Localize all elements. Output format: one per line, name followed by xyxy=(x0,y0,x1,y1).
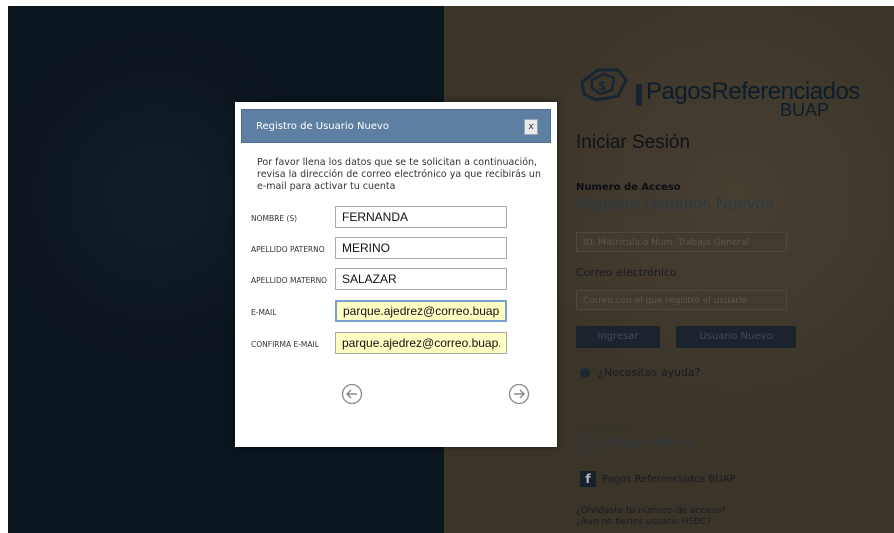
first-name-input[interactable] xyxy=(335,206,507,228)
logo-bar xyxy=(636,84,642,106)
modal-instructions: Por favor llena los datos que se te soli… xyxy=(257,157,541,192)
confirm-email-label: Confirma E-mail xyxy=(251,340,319,349)
maternal-surname-label: Apellido Materno xyxy=(251,276,328,285)
maternal-surname-input[interactable] xyxy=(335,268,507,290)
register-title: Registro Usuarios Nuevos xyxy=(576,194,774,213)
page: $ PagosReferenciados BUAP Iniciar Sesión… xyxy=(8,6,894,533)
next-arrow-icon[interactable] xyxy=(508,383,530,405)
modal-title: Registro de Usuario Nuevo xyxy=(256,121,389,132)
access-number-input[interactable]: ID, Matrícula ó Num. Trabajo General xyxy=(576,232,787,252)
follow-label: Síguenos! xyxy=(580,422,630,433)
twitter-link[interactable]: t @PagosRefBUAP xyxy=(580,434,695,452)
facebook-link[interactable]: f Pagos Referenciados BUAP xyxy=(580,471,736,487)
first-name-label: Nombre (s) xyxy=(251,214,298,223)
register-modal: Registro de Usuario Nuevo x Por favor ll… xyxy=(235,102,557,447)
email-field-label: E-mail xyxy=(251,308,277,317)
login-button[interactable]: Ingresar xyxy=(576,326,660,348)
svg-text:$: $ xyxy=(598,79,606,93)
email-label: Correo electrónico xyxy=(576,266,677,279)
logo-subtitle: BUAP xyxy=(780,100,830,120)
paternal-surname-input[interactable] xyxy=(335,237,507,259)
help-link-label: ¿Necesitas ayuda? xyxy=(598,366,701,379)
forgot-links[interactable]: ¿Olvidaste tu número de acceso? ¿Aun no … xyxy=(576,506,726,528)
email-field[interactable] xyxy=(335,300,507,322)
logo-mark-icon: $ xyxy=(580,68,628,102)
confirm-email-field[interactable] xyxy=(335,332,507,354)
forgot-access-link[interactable]: ¿Olvidaste tu número de acceso? xyxy=(576,506,726,517)
prev-arrow-icon[interactable] xyxy=(341,383,363,405)
new-user-button[interactable]: Usuario Nuevo xyxy=(676,326,796,348)
help-link[interactable]: ¿Necesitas ayuda? xyxy=(580,366,701,379)
paternal-surname-label: Apellido Paterno xyxy=(251,245,325,254)
help-icon xyxy=(580,368,590,378)
no-hsbc-user-link[interactable]: ¿Aun no tienes usuario HSBC? xyxy=(576,517,726,528)
access-number-label: Numero de Acceso xyxy=(576,182,681,193)
twitter-label: @PagosRefBUAP xyxy=(604,436,695,449)
close-icon[interactable]: x xyxy=(524,119,538,135)
modal-header: Registro de Usuario Nuevo x xyxy=(241,109,551,143)
facebook-icon: f xyxy=(580,471,596,487)
email-input[interactable]: Correo con el que registró el usuario xyxy=(576,290,787,310)
facebook-label: Pagos Referenciados BUAP xyxy=(602,474,736,485)
twitter-icon: t xyxy=(580,434,598,452)
login-title: Iniciar Sesión xyxy=(576,132,691,153)
